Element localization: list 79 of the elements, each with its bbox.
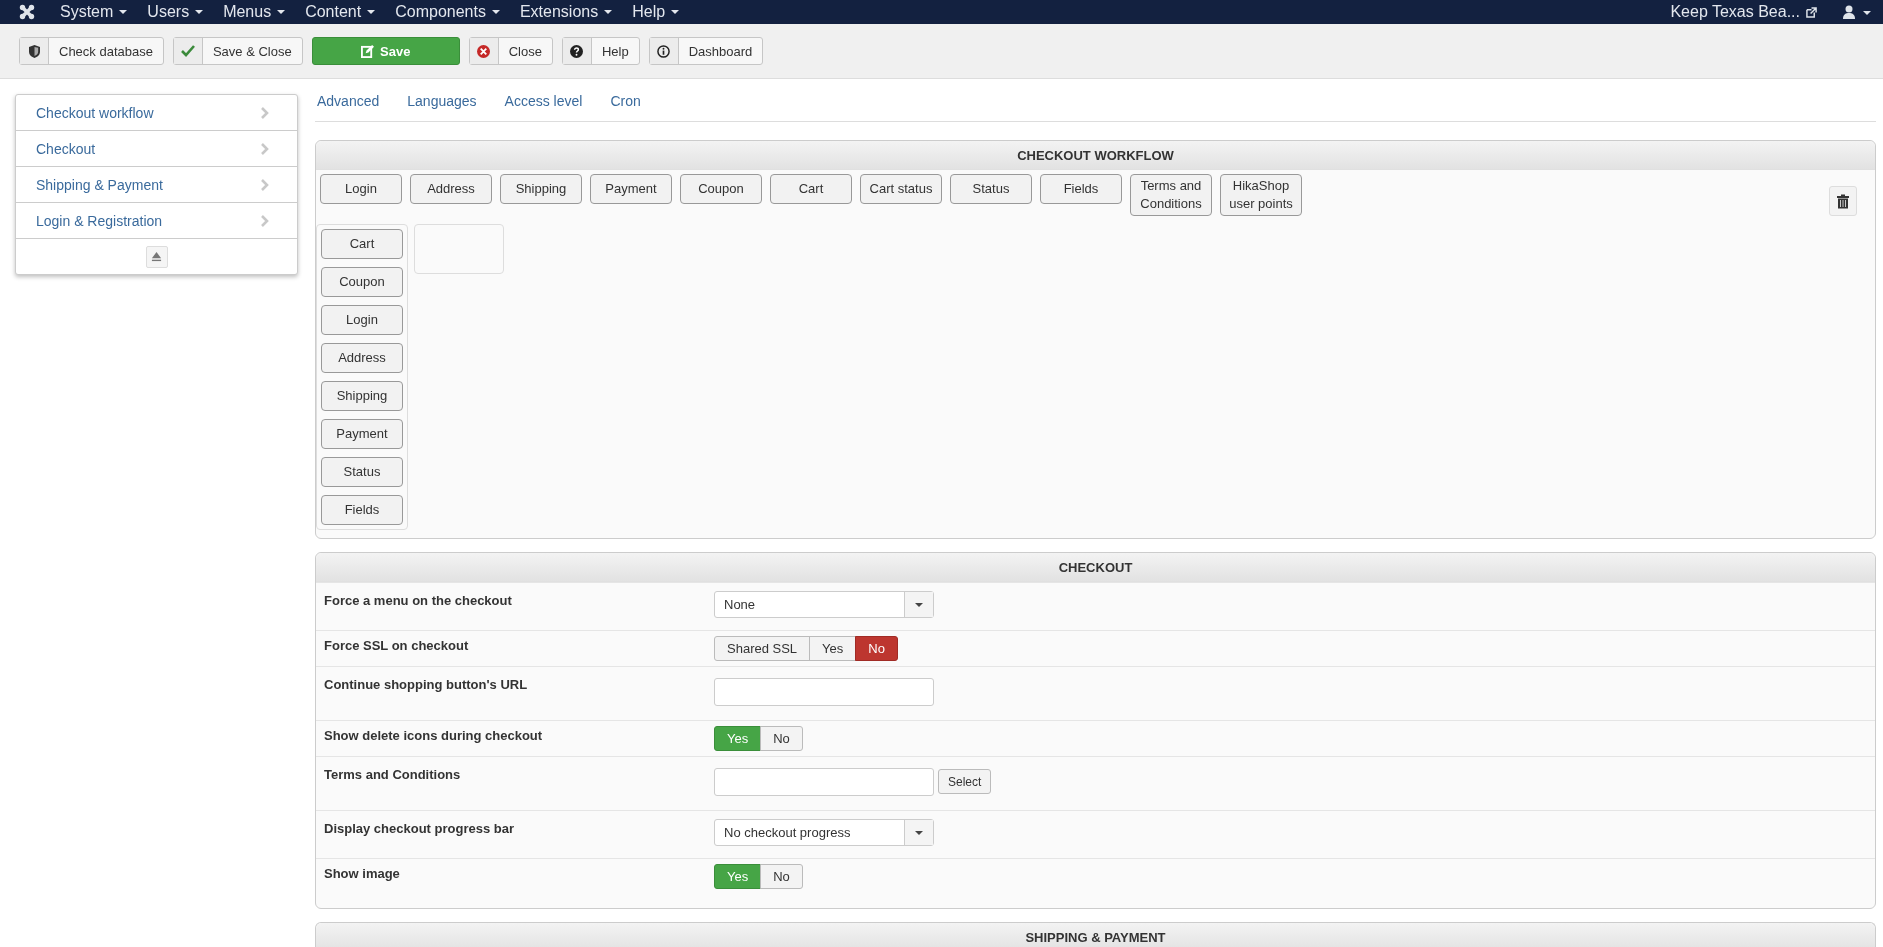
workflow-block-button[interactable]: Login [320, 174, 402, 204]
trash-icon [1837, 193, 1849, 209]
setting-label: Show image [324, 865, 401, 883]
toolbar-button[interactable]: Dashboard [648, 37, 764, 65]
nav-menu-item[interactable]: Content [305, 3, 376, 21]
workflow-block-button[interactable]: Fields [1040, 174, 1122, 204]
chevron-right-icon [261, 106, 269, 119]
toggle-option-button[interactable]: Shared SSL [714, 636, 811, 661]
tab[interactable]: Access level [504, 93, 583, 109]
logo-icon[interactable] [18, 3, 36, 21]
tab[interactable]: Advanced [317, 93, 380, 109]
tab[interactable]: Cron [610, 93, 641, 109]
user-menu-icon[interactable] [1843, 5, 1873, 19]
shield-icon [28, 44, 40, 58]
tab[interactable]: Languages [407, 93, 477, 109]
workflow-block-button[interactable]: Shipping [321, 381, 403, 411]
chevron-right-icon [261, 178, 269, 191]
workflow-block-button[interactable]: Terms and Conditions [1130, 174, 1212, 216]
setting-label: Continue shopping button's URL [324, 676, 529, 694]
help-icon [570, 44, 584, 58]
nav-menu-item[interactable]: Help [632, 3, 680, 21]
site-link[interactable]: Keep Texas Bea... [1670, 3, 1800, 21]
workflow-block-button[interactable]: Fields [321, 495, 403, 525]
toolbar-button[interactable]: Save & Close [172, 37, 303, 65]
workflow-block-button[interactable]: Cart [770, 174, 852, 204]
trash-button[interactable] [1829, 186, 1857, 216]
toggle-option-button[interactable]: No [760, 726, 803, 751]
toolbar-button[interactable]: Help [561, 37, 640, 65]
workflow-block-button[interactable]: Coupon [321, 267, 403, 297]
checkmark-icon [180, 45, 195, 57]
workflow-block-button[interactable]: Login [321, 305, 403, 335]
setting-label: Display checkout progress bar [324, 820, 515, 838]
chevron-right-icon [261, 142, 269, 155]
panel-title: CHECKOUT WORKFLOW [316, 141, 1875, 170]
setting-label: Show delete icons during checkout [324, 727, 544, 745]
external-link-icon [1806, 6, 1817, 18]
workflow-block-button[interactable]: HikaShop user points [1220, 174, 1302, 216]
workflow-block-button[interactable]: Payment [590, 174, 672, 204]
text-input-field[interactable] [714, 768, 934, 796]
workflow-block-button[interactable]: Cart status [860, 174, 942, 204]
info-icon [657, 44, 671, 58]
dropdown-field[interactable]: None [714, 591, 934, 618]
side-menu-item[interactable]: Login & Registration [16, 203, 297, 239]
nav-menu-item[interactable]: Users [147, 3, 204, 21]
caret-icon [915, 830, 923, 835]
nav-menu-item[interactable]: Extensions [519, 3, 613, 21]
setting-label: Force SSL on checkout [324, 637, 470, 655]
panel-title: CHECKOUT [316, 553, 1875, 582]
chevron-right-icon [261, 214, 269, 227]
workflow-block-button[interactable]: Cart [321, 229, 403, 259]
panel-title: SHIPPING & PAYMENT [316, 923, 1875, 947]
workflow-block-button[interactable]: Payment [321, 419, 403, 449]
toggle-option-button[interactable]: No [855, 636, 898, 661]
workflow-block-button[interactable]: Shipping [500, 174, 582, 204]
setting-label: Terms and Conditions [324, 766, 462, 784]
toolbar-button[interactable]: Close [468, 37, 553, 65]
nav-menu-item[interactable]: System [60, 3, 128, 21]
collapse-button[interactable] [145, 245, 168, 268]
side-menu-item[interactable]: Checkout [16, 131, 297, 167]
close-icon [477, 44, 491, 58]
setting-label: Force a menu on the checkout [324, 592, 513, 610]
workflow-block-button[interactable]: Status [321, 457, 403, 487]
nav-menu-item[interactable]: Menus [223, 3, 286, 21]
nav-menu-item[interactable]: Components [395, 3, 500, 21]
text-input-field[interactable] [714, 678, 934, 706]
toggle-option-button[interactable]: No [760, 864, 803, 889]
workflow-block-button[interactable]: Status [950, 174, 1032, 204]
workflow-block-button[interactable]: Address [321, 343, 403, 373]
toggle-option-button[interactable]: Yes [809, 636, 857, 661]
dropdown-field[interactable]: No checkout progress [714, 819, 934, 846]
select-button[interactable]: Select [938, 769, 992, 794]
caret-icon [915, 602, 923, 607]
workflow-block-button[interactable]: Address [410, 174, 492, 204]
side-menu-item[interactable]: Shipping & Payment [16, 167, 297, 203]
workflow-block-button[interactable]: Coupon [680, 174, 762, 204]
edit-icon [361, 44, 375, 58]
toolbar-button[interactable]: Check database [19, 37, 164, 65]
eject-icon [151, 251, 162, 262]
side-menu-item[interactable]: Checkout workflow [16, 95, 297, 131]
